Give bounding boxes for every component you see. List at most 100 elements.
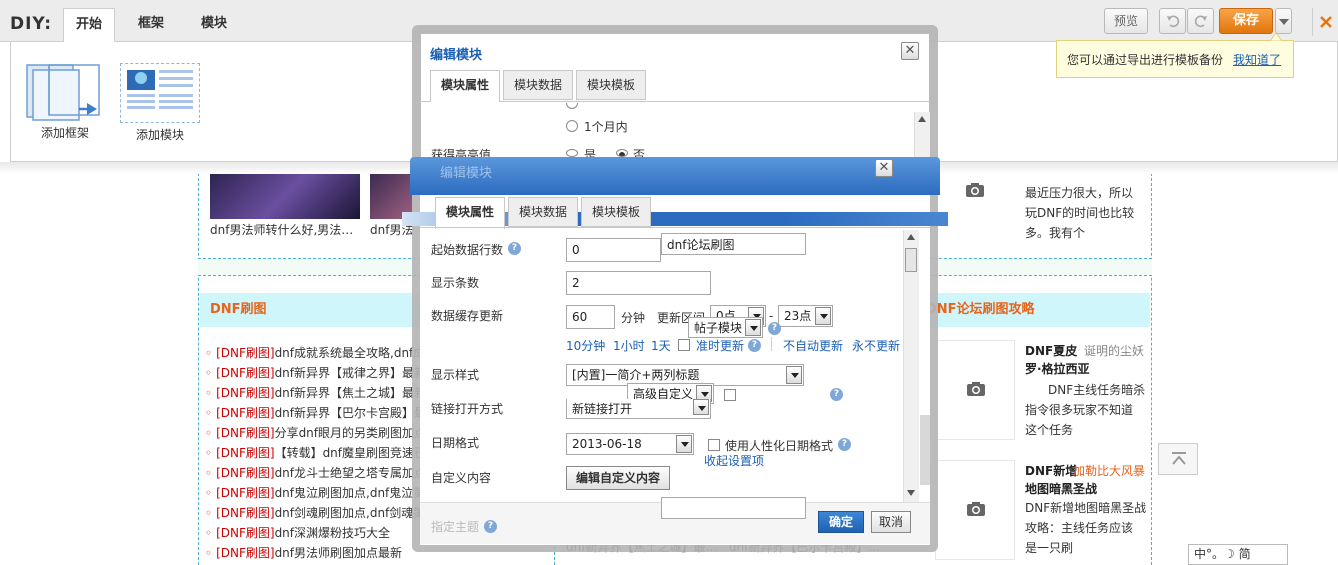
- overlay-input[interactable]: [661, 497, 806, 519]
- list-item-text[interactable]: dnf新异界【戒律之界】最新: [275, 366, 420, 380]
- list-item-tag[interactable]: [DNF刷图]: [216, 406, 274, 420]
- list-item-text[interactable]: dnf鬼泣刷图加点,dnf鬼泣第: [275, 486, 420, 500]
- back-to-top-button[interactable]: [1158, 443, 1198, 475]
- date-format-select[interactable]: 2013-06-18: [566, 433, 694, 455]
- quick-1day-link[interactable]: 1天: [651, 337, 671, 354]
- list-item[interactable]: ◦ [DNF刷图]分享dnf眼月的另类刷图加点: [205, 423, 420, 443]
- list-item-text[interactable]: dnf新异界【焦土之城】最新: [275, 386, 420, 400]
- help-icon[interactable]: ?: [508, 242, 521, 255]
- list-item[interactable]: ◦ [DNF刷图]dnf深渊爆粉技巧大全: [205, 523, 420, 543]
- list-item-text[interactable]: 分享dnf眼月的另类刷图加点: [275, 426, 420, 440]
- image-placeholder[interactable]: [935, 180, 1015, 240]
- help-icon[interactable]: ?: [830, 388, 843, 401]
- tab-module-template[interactable]: 模块模板: [576, 70, 647, 100]
- radio-month[interactable]: [566, 120, 578, 132]
- add-frame-tool[interactable]: [25, 63, 105, 123]
- collapse-settings-link[interactable]: 收起设置项: [704, 452, 764, 469]
- quick-1hour-link[interactable]: 1小时: [613, 337, 645, 354]
- list-item[interactable]: ◦ [DNF刷图]【转载】dnf魔皇刷图竞速已: [205, 443, 420, 463]
- help-icon[interactable]: ?: [768, 322, 781, 335]
- article-title[interactable]: DNF夏皮: [1025, 342, 1077, 359]
- list-item[interactable]: ◦ [DNF刷图]dnf新异界【巴尔卡宫殿】最: [205, 403, 420, 423]
- confirm-button[interactable]: 确定: [818, 511, 864, 533]
- tab-module[interactable]: 模块: [189, 8, 239, 42]
- tip-dismiss-link[interactable]: 我知道了: [1233, 53, 1281, 67]
- start-rows-input[interactable]: 0: [566, 238, 661, 262]
- tab-module-data-2[interactable]: 模块数据: [508, 197, 579, 227]
- list-item-text[interactable]: dnf龙斗士绝望之塔专属加点: [275, 466, 420, 480]
- list-item-tag[interactable]: [DNF刷图]: [216, 346, 274, 360]
- list-item[interactable]: ◦ [DNF刷图]dnf新异界【戒律之界】最新: [205, 363, 420, 383]
- forum-title-input[interactable]: dnf论坛刷图: [661, 233, 806, 255]
- list-item-tag[interactable]: [DNF刷图]: [216, 486, 274, 500]
- list-item-tag[interactable]: [DNF刷图]: [216, 366, 274, 380]
- link-open-select[interactable]: 新链接打开: [566, 399, 711, 419]
- tab-module-properties-2[interactable]: 模块属性: [435, 197, 506, 229]
- list-item[interactable]: ◦ [DNF刷图]dnf剑魂刷图加点,dnf剑魂第: [205, 503, 420, 523]
- on-time-checkbox[interactable]: [678, 339, 690, 351]
- list-item-text[interactable]: dnf成就系统最全攻略,dnf成: [275, 346, 420, 360]
- radio-highlight-yes[interactable]: [566, 149, 578, 157]
- tab-start[interactable]: 开始: [63, 8, 116, 42]
- help-icon[interactable]: ?: [838, 438, 851, 451]
- radio-highlight-no[interactable]: [616, 149, 628, 157]
- list-item-tag[interactable]: [DNF刷图]: [216, 446, 274, 460]
- list-item-tag[interactable]: [DNF刷图]: [216, 506, 274, 520]
- post-module-select[interactable]: 帖子模块: [688, 317, 763, 338]
- thumbnail-image-1[interactable]: [210, 173, 360, 219]
- redo-button[interactable]: [1187, 8, 1214, 34]
- add-frame-label[interactable]: 添加框架: [41, 124, 89, 141]
- list-item[interactable]: ◦ [DNF刷图]dnf成就系统最全攻略,dnf成: [205, 343, 420, 363]
- count-input[interactable]: 2: [566, 271, 711, 295]
- list-item[interactable]: ◦ [DNF刷图]dnf龙斗士绝望之塔专属加点: [205, 463, 420, 483]
- tab-module-template-2[interactable]: 模块模板: [581, 197, 652, 227]
- tab-module-properties[interactable]: 模块属性: [430, 70, 501, 102]
- dragged-dialog-close-button[interactable]: ✕: [875, 159, 893, 177]
- never-update-link[interactable]: 永不更新: [852, 337, 900, 354]
- outer-scroll-thumb[interactable]: [920, 415, 930, 485]
- on-time-link[interactable]: 准时更新: [696, 337, 744, 354]
- tab-frame[interactable]: 框架: [126, 8, 176, 42]
- scroll-thumb[interactable]: [905, 248, 917, 272]
- edit-custom-content-button[interactable]: 编辑自定义内容: [566, 466, 670, 490]
- list-item-tag[interactable]: [DNF刷图]: [216, 426, 274, 440]
- list-item[interactable]: ◦ [DNF刷图]dnf男法师刷图加点最新: [205, 543, 420, 563]
- add-module-label[interactable]: 添加模块: [136, 126, 184, 143]
- article-title[interactable]: DNF新增: [1025, 462, 1077, 479]
- list-item-text[interactable]: dnf深渊爆粉技巧大全: [275, 526, 390, 540]
- list-item-text[interactable]: dnf新异界【巴尔卡宫殿】最: [275, 406, 420, 420]
- cancel-button[interactable]: 取消: [871, 511, 911, 533]
- save-button[interactable]: 保存: [1219, 8, 1273, 34]
- article-title-2[interactable]: 罗·格拉西亚: [1025, 360, 1090, 377]
- image-placeholder[interactable]: [935, 340, 1015, 440]
- list-item[interactable]: ◦ [DNF刷图]dnf鬼泣刷图加点,dnf鬼泣第: [205, 483, 420, 503]
- thumb-caption-1[interactable]: dnf男法师转什么好,男法…: [210, 221, 353, 238]
- advanced-checkbox[interactable]: [724, 389, 736, 401]
- article-title-2[interactable]: 地图暗黑圣战: [1025, 480, 1097, 497]
- list-item-tag[interactable]: [DNF刷图]: [216, 466, 274, 480]
- cache-minutes-input[interactable]: 60: [566, 305, 615, 329]
- add-module-tool[interactable]: [120, 63, 200, 123]
- chevron-down-icon: [676, 435, 692, 453]
- help-icon[interactable]: ?: [748, 339, 761, 352]
- close-diy-button[interactable]: [1312, 8, 1338, 36]
- help-icon[interactable]: ?: [484, 520, 497, 533]
- tab-module-data[interactable]: 模块数据: [503, 70, 574, 100]
- image-placeholder[interactable]: [935, 460, 1015, 560]
- ime-toolbar[interactable]: 中°。☽ 简: [1188, 544, 1288, 565]
- save-options-dropdown[interactable]: [1275, 8, 1292, 34]
- no-auto-update-link[interactable]: 不自动更新: [783, 337, 843, 354]
- range-to-select[interactable]: 23点: [778, 305, 833, 327]
- list-item-tag[interactable]: [DNF刷图]: [216, 386, 274, 400]
- list-item-text[interactable]: 【转载】dnf魔皇刷图竞速已: [275, 446, 420, 460]
- list-item-tag[interactable]: [DNF刷图]: [216, 546, 274, 560]
- list-item-tag[interactable]: [DNF刷图]: [216, 526, 274, 540]
- humanize-date-checkbox[interactable]: [708, 439, 720, 451]
- dialog-close-button[interactable]: ✕: [901, 42, 919, 60]
- preview-button[interactable]: 预览: [1104, 8, 1148, 34]
- list-item-text[interactable]: dnf男法师刷图加点最新: [275, 546, 402, 560]
- undo-button[interactable]: [1159, 8, 1186, 34]
- list-item[interactable]: ◦ [DNF刷图]dnf新异界【焦土之城】最新: [205, 383, 420, 403]
- quick-10min-link[interactable]: 10分钟: [566, 337, 605, 354]
- list-item-text[interactable]: dnf剑魂刷图加点,dnf剑魂第: [275, 506, 420, 520]
